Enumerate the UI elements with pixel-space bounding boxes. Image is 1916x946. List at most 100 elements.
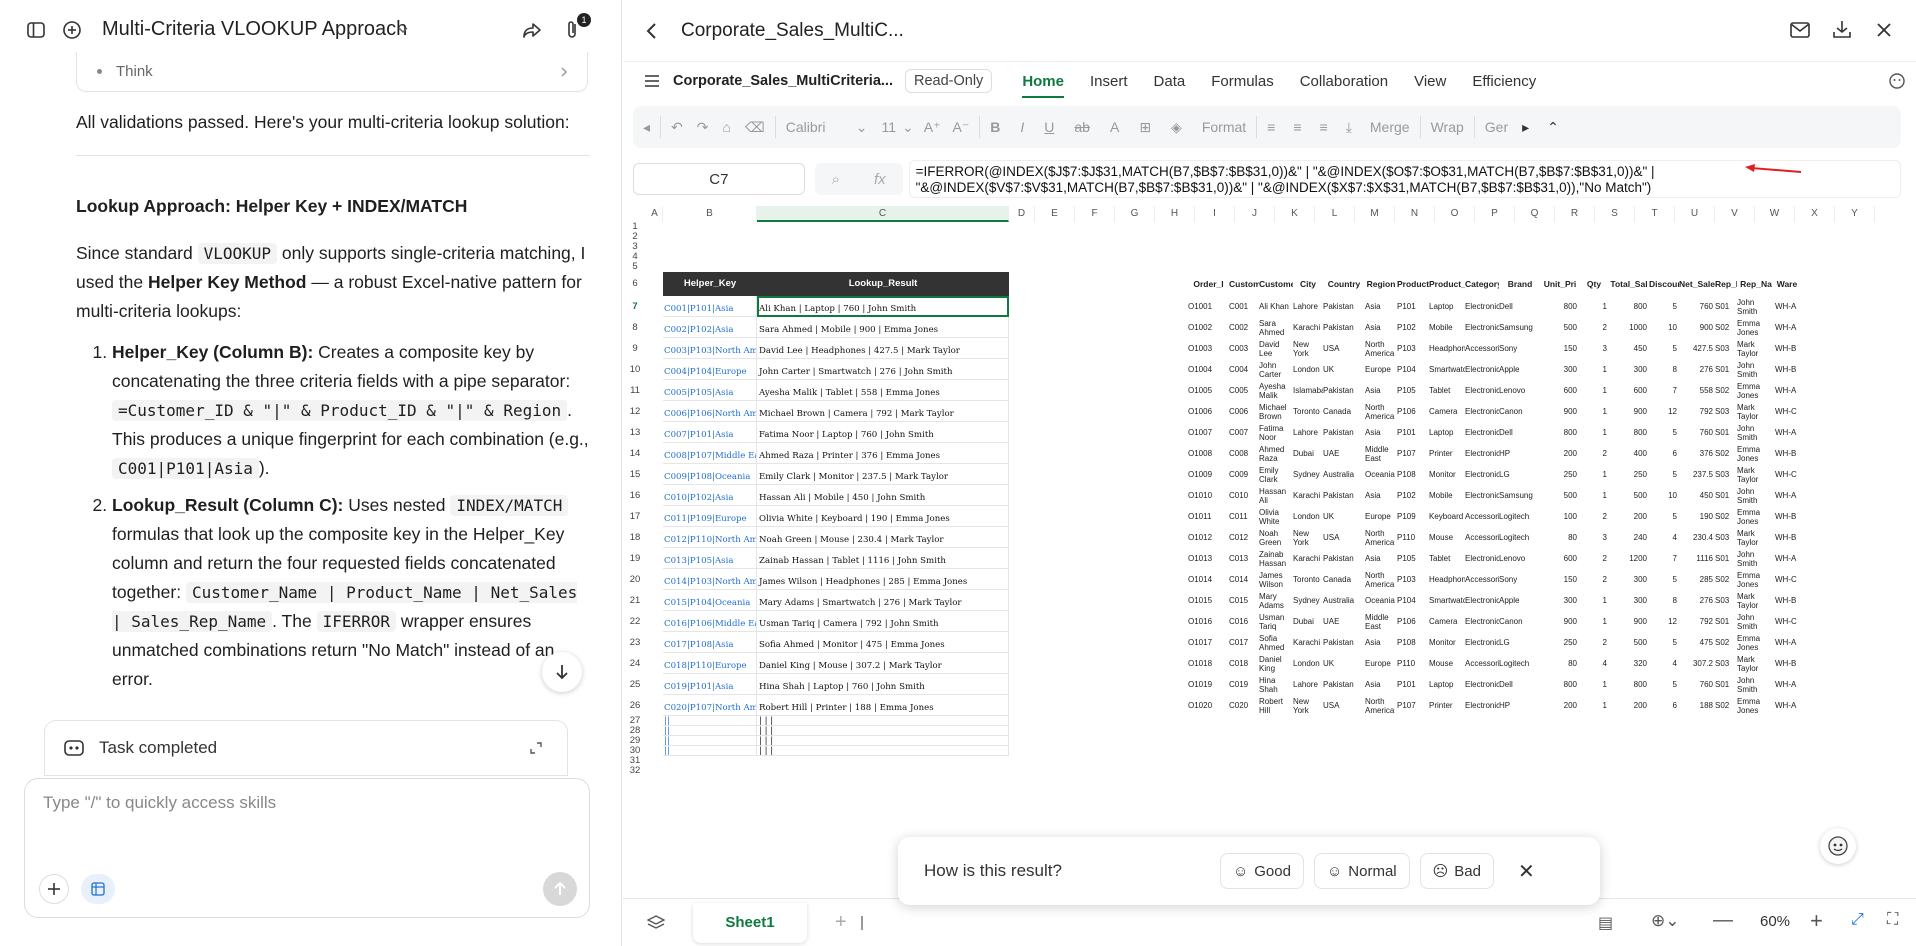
data-cell[interactable]: P106 [1397, 401, 1429, 422]
data-cell[interactable]: 800 [1609, 674, 1649, 695]
chevron-down-icon[interactable] [397, 24, 409, 36]
data-cell[interactable]: UK [1323, 359, 1365, 380]
data-cell[interactable]: 300 [1541, 359, 1579, 380]
data-cell[interactable]: S02 [1715, 695, 1737, 716]
data-header-cell[interactable]: Rep_Na [1737, 272, 1775, 296]
data-cell[interactable]: 3 [1579, 527, 1609, 548]
data-cell[interactable]: Asia [1365, 380, 1397, 401]
data-cell[interactable]: P104 [1397, 590, 1429, 611]
data-cell[interactable]: Europe [1365, 359, 1397, 380]
strikethrough-icon[interactable]: ab [1074, 119, 1090, 135]
undo-icon[interactable]: ↶ [671, 119, 683, 136]
data-cell[interactable]: Lenovo [1499, 548, 1541, 569]
data-cell[interactable]: S03 [1715, 653, 1737, 674]
data-cell[interactable]: Mary Adams [1259, 590, 1293, 611]
lookup-result-cell[interactable]: Ayesha Malik | Tablet | 558 | Emma Jones [757, 380, 1009, 401]
data-cell[interactable]: O1003 [1188, 338, 1229, 359]
data-cell[interactable]: Emma Jones [1737, 695, 1775, 716]
data-cell[interactable]: Mouse [1429, 527, 1465, 548]
data-cell[interactable]: London [1293, 359, 1323, 380]
data-cell[interactable]: 600 [1541, 380, 1579, 401]
data-cell[interactable]: Pakistan [1323, 317, 1365, 338]
format-button[interactable]: Format [1202, 119, 1246, 135]
data-cell[interactable]: Electronics [1465, 317, 1499, 338]
valign-icon[interactable]: ⤓ [1346, 119, 1352, 136]
data-cell[interactable]: P101 [1397, 296, 1429, 317]
bold-icon[interactable]: B [990, 119, 1000, 135]
data-cell[interactable]: 1 [1579, 674, 1609, 695]
helper-key-cell[interactable]: C014|P103|North Amer [663, 569, 757, 590]
helper-bot-icon[interactable] [1820, 828, 1856, 864]
data-cell[interactable]: Emma Jones [1737, 443, 1775, 464]
data-cell[interactable]: Lahore [1293, 422, 1323, 443]
data-cell[interactable]: Accessories [1465, 338, 1499, 359]
data-cell[interactable]: P105 [1397, 548, 1429, 569]
helper-key-cell[interactable]: C020|P107|North Amer [663, 695, 757, 716]
data-cell[interactable]: Samsung [1499, 317, 1541, 338]
lookup-result-cell[interactable]: Daniel King | Mouse | 307.2 | Mark Taylo… [757, 653, 1009, 674]
data-cell[interactable]: Tablet [1429, 380, 1465, 401]
bad-button[interactable]: ☹ Bad [1419, 853, 1494, 889]
fullscreen-icon[interactable]: ⛶ [1887, 911, 1898, 929]
lookup-result-cell[interactable]: David Lee | Headphones | 427.5 | Mark Ta… [757, 338, 1009, 359]
data-cell[interactable]: Europe [1365, 653, 1397, 674]
data-cell[interactable]: 320 [1609, 653, 1649, 674]
data-cell[interactable]: Samsung [1499, 485, 1541, 506]
data-cell[interactable]: Hassan Ali [1259, 485, 1293, 506]
data-cell[interactable]: S01 [1715, 674, 1737, 695]
data-cell[interactable]: 285 [1679, 569, 1715, 590]
data-cell[interactable]: Pakistan [1323, 548, 1365, 569]
column-header[interactable]: E [1035, 206, 1075, 222]
data-cell[interactable]: S02 [1715, 632, 1737, 653]
data-cell[interactable]: John Smith [1737, 674, 1775, 695]
data-cell[interactable]: O1001 [1188, 296, 1229, 317]
data-cell[interactable]: O1008 [1188, 443, 1229, 464]
redo-icon[interactable]: ↷ [697, 119, 709, 136]
zoom-out-icon[interactable]: — [1713, 909, 1733, 932]
data-cell[interactable]: C009 [1229, 464, 1259, 485]
data-cell[interactable]: O1010 [1188, 485, 1229, 506]
lookup-result-cell[interactable]: Michael Brown | Camera | 792 | Mark Tayl… [757, 401, 1009, 422]
data-cell[interactable]: Asia [1365, 548, 1397, 569]
data-cell[interactable]: Asia [1365, 632, 1397, 653]
data-cell[interactable]: 250 [1541, 464, 1579, 485]
column-header[interactable]: P [1475, 206, 1515, 222]
data-cell[interactable]: WH-B [1775, 443, 1799, 464]
lookup-result-cell[interactable]: Zainab Hassan | Tablet | 1116 | John Smi… [757, 548, 1009, 569]
lookup-result-cell[interactable]: Emily Clark | Monitor | 237.5 | Mark Tay… [757, 464, 1009, 485]
spreadsheet-grid[interactable]: ABCDEFGHIJKLMNOPQRSTUVWXY 1 2 3 4 5 6 7 8 9 10 11 1… [623, 206, 1908, 896]
share-icon[interactable] [522, 20, 542, 40]
data-cell[interactable]: Pakistan [1323, 674, 1365, 695]
column-header[interactable]: V [1715, 206, 1755, 222]
data-cell[interactable]: P102 [1397, 485, 1429, 506]
data-cell[interactable]: Sydney [1293, 590, 1323, 611]
data-cell[interactable]: Logitech [1499, 653, 1541, 674]
data-cell[interactable]: Electronics [1465, 695, 1499, 716]
close-icon[interactable] [1876, 22, 1892, 38]
data-cell[interactable]: Dell [1499, 674, 1541, 695]
download-icon[interactable] [1833, 20, 1851, 38]
column-header[interactable]: I [1195, 206, 1235, 222]
data-cell[interactable]: Canon [1499, 401, 1541, 422]
data-cell[interactable]: 2 [1579, 317, 1609, 338]
data-cell[interactable]: S03 [1715, 464, 1737, 485]
data-cell[interactable]: 5 [1649, 506, 1679, 527]
data-cell[interactable]: Lahore [1293, 674, 1323, 695]
data-cell[interactable]: 300 [1609, 359, 1649, 380]
data-cell[interactable]: Asia [1365, 674, 1397, 695]
data-cell[interactable]: 80 [1541, 653, 1579, 674]
helper-key-cell[interactable]: C011|P109|Europe [663, 506, 757, 527]
data-cell[interactable]: Emma Jones [1737, 632, 1775, 653]
data-cell[interactable]: C006 [1229, 401, 1259, 422]
data-cell[interactable]: USA [1323, 695, 1365, 716]
data-cell[interactable]: Accessories [1465, 506, 1499, 527]
data-cell[interactable]: Canada [1323, 569, 1365, 590]
data-cell[interactable]: Mobile [1429, 485, 1465, 506]
data-cell[interactable]: John Smith [1737, 485, 1775, 506]
data-cell[interactable]: Pakistan [1323, 632, 1365, 653]
data-cell[interactable]: Pakistan [1323, 485, 1365, 506]
data-cell[interactable]: Electronics [1465, 422, 1499, 443]
lookup-result-cell[interactable]: Sofia Ahmed | Monitor | 475 | Emma Jones [757, 632, 1009, 653]
data-cell[interactable]: 300 [1541, 590, 1579, 611]
data-cell[interactable]: Electronics [1465, 464, 1499, 485]
